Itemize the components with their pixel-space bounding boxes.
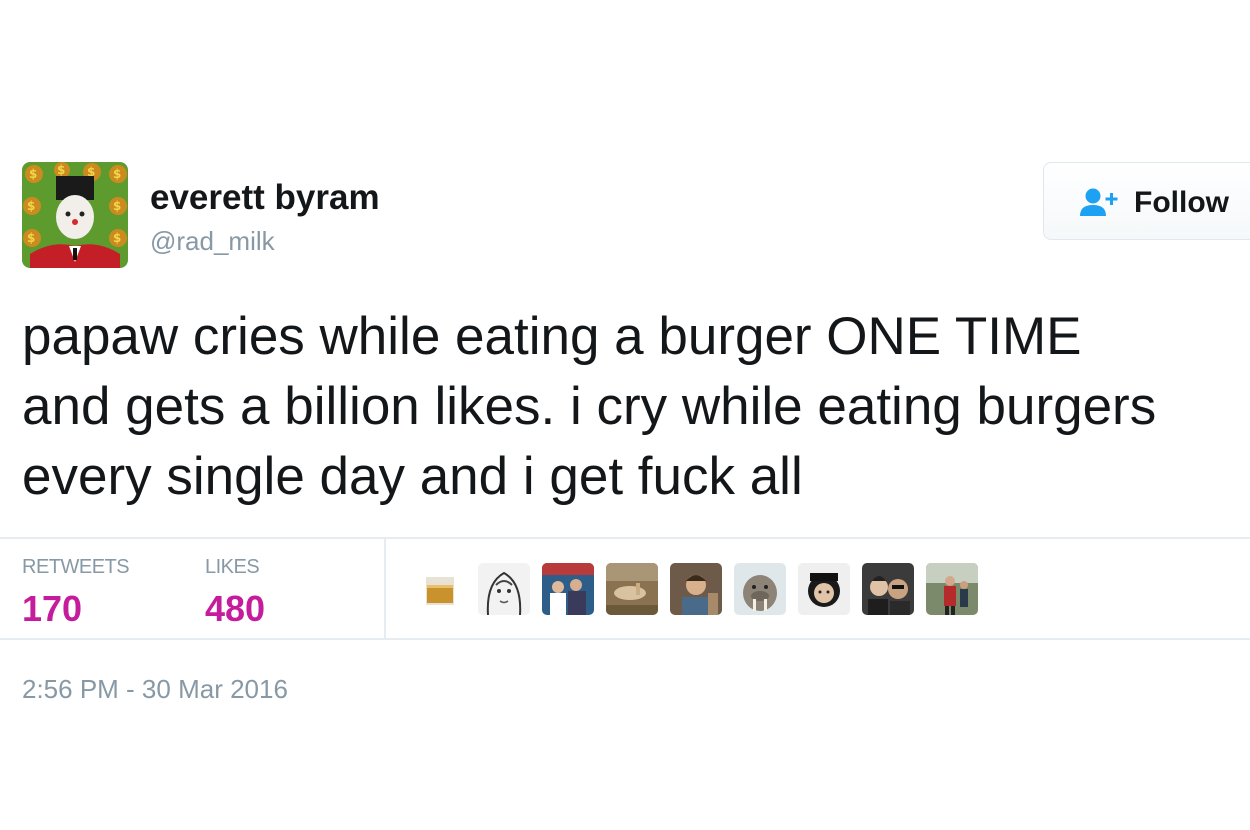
svg-text:$: $ — [27, 199, 35, 213]
follow-button-label: Follow — [1134, 186, 1229, 219]
profile-avatar-image: $ $ $ $ $ $$ $ — [22, 162, 128, 268]
tweet-timestamp[interactable]: 2:56 PM - 30 Mar 2016 — [22, 676, 288, 702]
likes-label: LIKES — [205, 556, 260, 578]
likes-stat[interactable]: LIKES 480 — [205, 557, 265, 627]
svg-text:$: $ — [113, 231, 121, 245]
liker-avatar-outdoor[interactable] — [606, 563, 658, 615]
liker-avatar-drawing[interactable] — [478, 563, 530, 615]
liker-avatar-person[interactable] — [670, 563, 722, 615]
retweets-count: 170 — [22, 588, 83, 629]
liker-avatar-selfie[interactable] — [862, 563, 914, 615]
retweets-label: RETWEETS — [22, 556, 130, 578]
svg-text:$: $ — [113, 167, 121, 181]
tweet-text: papaw cries while eating a burger ONE TI… — [22, 307, 1157, 506]
svg-text:$: $ — [57, 163, 65, 177]
liker-avatar-group[interactable] — [542, 563, 594, 615]
stats-divider — [384, 539, 386, 638]
user-display-name[interactable]: everett byram — [150, 180, 380, 215]
likes-count: 480 — [205, 588, 266, 629]
retweets-stat[interactable]: RETWEETS 170 — [22, 556, 130, 629]
svg-text:$: $ — [27, 231, 35, 245]
tweet-stats: RETWEETS 170 LIKES 480 — [0, 537, 1250, 640]
liker-avatar-walrus[interactable] — [734, 563, 786, 615]
add-user-icon — [1080, 188, 1118, 216]
svg-text:$: $ — [113, 199, 121, 213]
follow-button[interactable]: Follow — [1043, 162, 1250, 240]
liker-avatar-hat[interactable] — [798, 563, 850, 615]
liker-avatar-whiskey-glass[interactable] — [420, 563, 472, 615]
profile-avatar[interactable]: $ $ $ $ $ $ $ $ — [22, 162, 128, 268]
liker-avatar-standing[interactable] — [926, 563, 978, 615]
svg-text:$: $ — [29, 167, 37, 181]
user-handle[interactable]: @rad_milk — [150, 228, 275, 254]
